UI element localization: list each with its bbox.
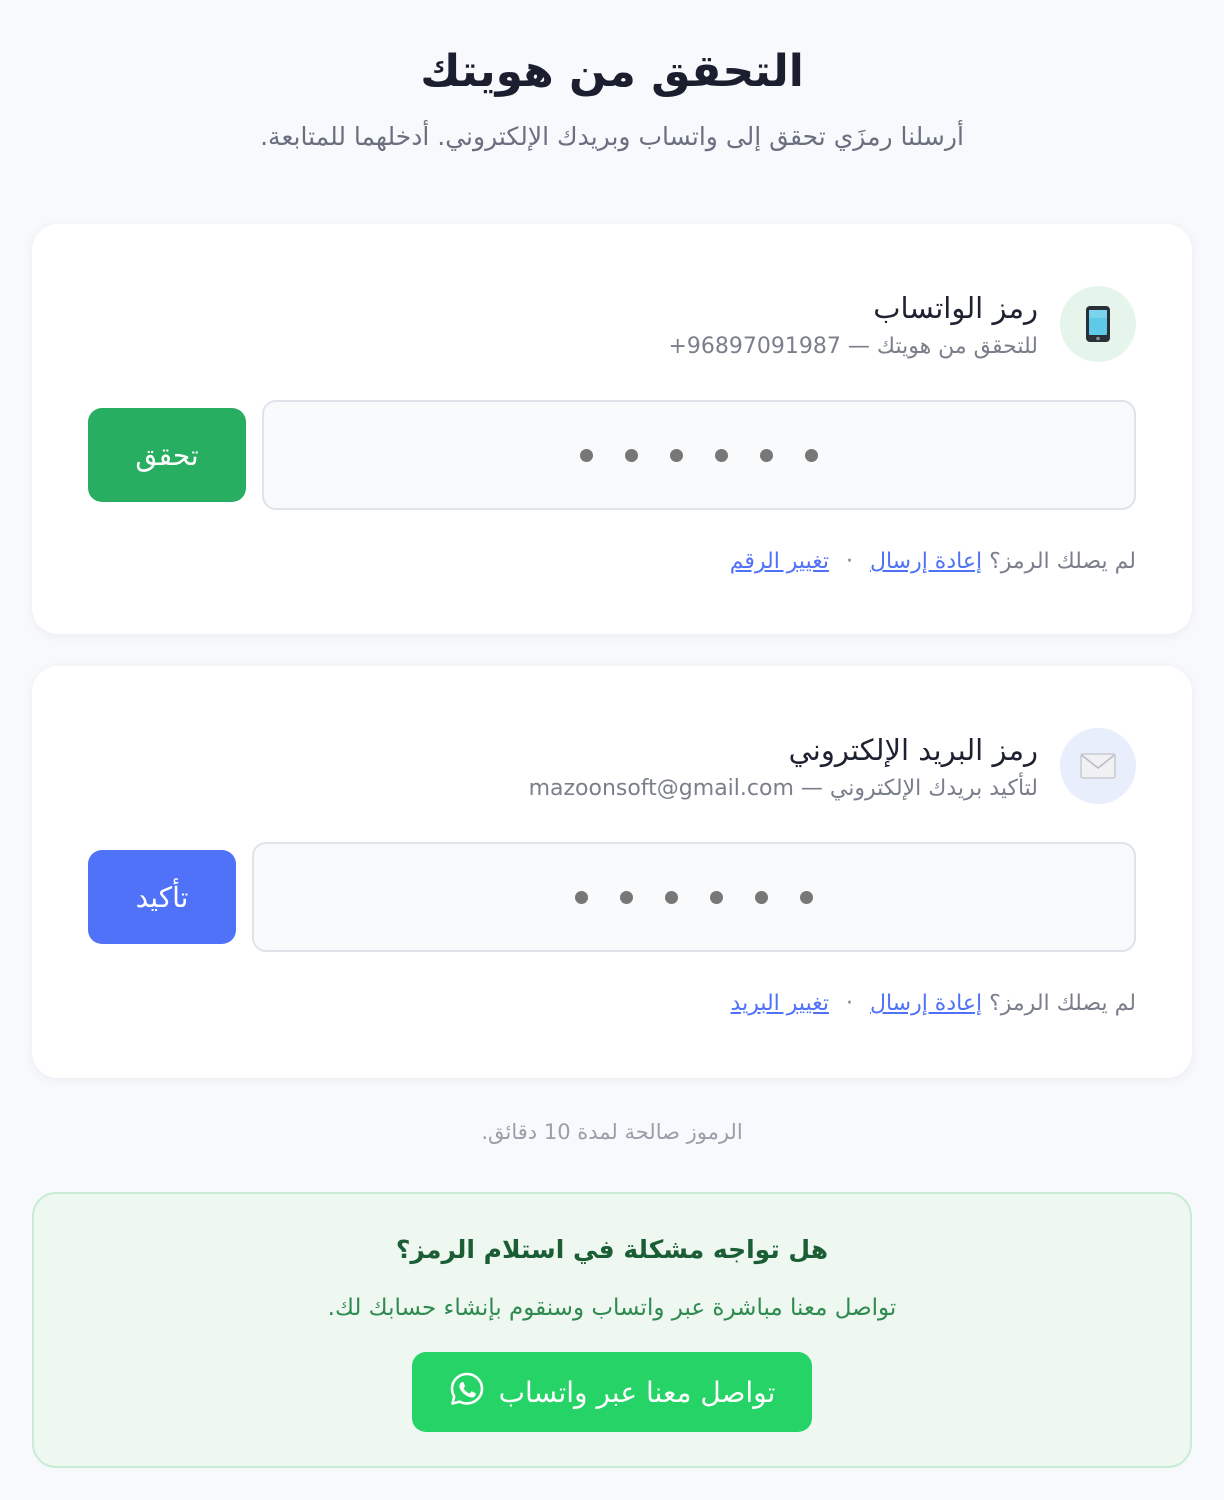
whatsapp-card-text: رمز الواتساب للتحقق من هويتك — +96897091… xyxy=(669,286,1039,362)
email-help-prompt: لم يصلك الرمز؟ xyxy=(989,991,1136,1016)
email-card-subtitle: لتأكيد بريدك الإلكتروني — mazoonsoft@gma… xyxy=(529,774,1038,804)
whatsapp-code-card: رمز الواتساب للتحقق من هويتك — +96897091… xyxy=(32,224,1192,634)
code-dot xyxy=(715,448,728,462)
page: التحقق من هويتك أرسلنا رمزَي تحقق إلى وا… xyxy=(0,0,1224,1468)
whatsapp-icon xyxy=(449,1371,485,1414)
change-email-link[interactable]: تغيير البريد xyxy=(731,991,829,1016)
whatsapp-code-placeholder-dots xyxy=(580,448,818,462)
whatsapp-resend-link[interactable]: إعادة إرسال xyxy=(870,549,982,574)
email-card-header: رمز البريد الإلكتروني لتأكيد بريدك الإلك… xyxy=(88,728,1136,842)
email-help-row: لم يصلك الرمز؟ إعادة إرسال · تغيير البري… xyxy=(88,988,1136,1020)
code-dot xyxy=(580,448,593,462)
whatsapp-card-subtitle: للتحقق من هويتك — +96897091987 xyxy=(669,332,1039,362)
email-resend-link[interactable]: إعادة إرسال xyxy=(870,991,982,1016)
support-text: تواصل معنا مباشرة عبر واتساب وسنقوم بإنش… xyxy=(327,1295,897,1321)
code-dot xyxy=(755,890,768,904)
help-separator: · xyxy=(845,549,853,574)
whatsapp-card-title: رمز الواتساب xyxy=(873,291,1038,325)
support-box: هل تواجه مشكلة في استلام الرمز؟ تواصل مع… xyxy=(32,1192,1192,1468)
help-separator: · xyxy=(845,991,853,1016)
email-code-card: رمز البريد الإلكتروني لتأكيد بريدك الإلك… xyxy=(32,666,1192,1078)
email-card-title: رمز البريد الإلكتروني xyxy=(788,733,1038,767)
whatsapp-help-row: لم يصلك الرمز؟ إعادة إرسال · تغيير الرقم xyxy=(88,546,1136,578)
email-subtitle-prefix: لتأكيد بريدك الإلكتروني — xyxy=(800,776,1038,801)
contact-whatsapp-label: تواصل معنا عبر واتساب xyxy=(498,1375,776,1409)
whatsapp-code-input[interactable] xyxy=(262,400,1136,510)
code-dot xyxy=(620,890,633,904)
envelope-icon xyxy=(1060,728,1136,804)
validity-note: الرموز صالحة لمدة 10 دقائق. xyxy=(481,1120,743,1144)
whatsapp-subtitle-prefix: للتحقق من هويتك — xyxy=(847,334,1038,359)
mobile-phone-icon xyxy=(1060,286,1136,362)
email-code-input[interactable] xyxy=(252,842,1136,952)
whatsapp-help-prompt: لم يصلك الرمز؟ xyxy=(989,549,1136,574)
code-dot xyxy=(665,890,678,904)
contact-whatsapp-button[interactable]: تواصل معنا عبر واتساب xyxy=(412,1352,812,1432)
email-address: mazoonsoft@gmail.com xyxy=(528,776,794,801)
confirm-email-button[interactable]: تأكيد xyxy=(88,850,236,944)
code-dot xyxy=(670,448,683,462)
code-dot xyxy=(710,890,723,904)
code-dot xyxy=(575,890,588,904)
page-title: التحقق من هويتك xyxy=(420,46,804,97)
code-dot xyxy=(625,448,638,462)
verify-whatsapp-button[interactable]: تحقق xyxy=(88,408,246,502)
change-number-link[interactable]: تغيير الرقم xyxy=(730,549,829,574)
email-code-row: تأكيد xyxy=(88,842,1136,952)
code-dot xyxy=(805,448,818,462)
email-card-text: رمز البريد الإلكتروني لتأكيد بريدك الإلك… xyxy=(529,728,1038,804)
page-subtitle: أرسلنا رمزَي تحقق إلى واتساب وبريدك الإل… xyxy=(260,122,964,151)
support-title: هل تواجه مشكلة في استلام الرمز؟ xyxy=(395,1235,829,1264)
code-dot xyxy=(760,448,773,462)
email-code-placeholder-dots xyxy=(575,890,813,904)
phone-number: +96897091987 xyxy=(668,334,841,359)
code-dot xyxy=(800,890,813,904)
whatsapp-card-header: رمز الواتساب للتحقق من هويتك — +96897091… xyxy=(88,286,1136,400)
whatsapp-code-row: تحقق xyxy=(88,400,1136,510)
